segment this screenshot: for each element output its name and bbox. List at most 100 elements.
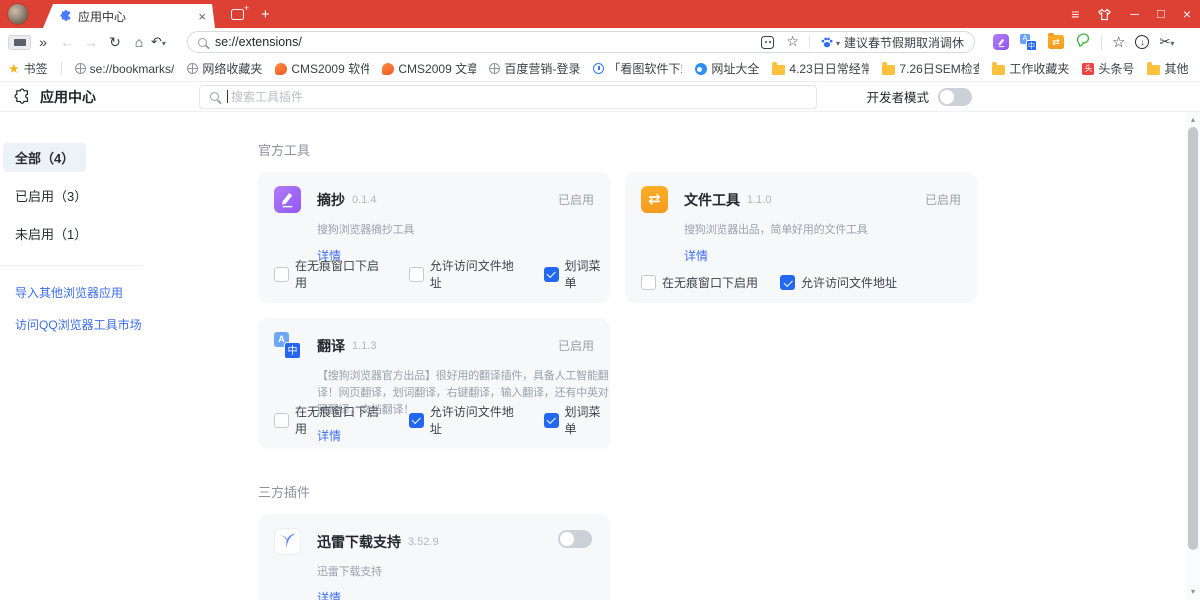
excerpt-app-icon	[274, 186, 301, 213]
import-browser-apps-link[interactable]: 导入其他浏览器应用	[15, 284, 123, 301]
bookmark-folder[interactable]: 工作收藏夹	[992, 60, 1069, 77]
chevron-down-icon[interactable]	[834, 33, 844, 51]
extension-card-translate: A中 翻译 1.1.3 已启用 【搜狗浏览器官方出品】很好用的翻译插件，具备人工…	[258, 318, 610, 449]
tab-title: 应用中心	[78, 8, 198, 25]
main-menu-icon[interactable]	[1071, 0, 1079, 29]
bookmark-folder[interactable]: 其他	[1147, 60, 1188, 77]
scroll-up-arrow[interactable]	[1186, 113, 1200, 127]
address-bar[interactable]: se://extensions/ 建议春节假期取消调休	[187, 31, 975, 53]
filter-disabled[interactable]: 未启用（1）	[3, 219, 99, 248]
thunder-app-icon	[274, 528, 301, 555]
section-third-party: 三方插件	[258, 482, 1200, 501]
details-link[interactable]: 详情	[317, 589, 341, 600]
search-placeholder: 搜索工具插件	[231, 88, 303, 105]
option-file-access[interactable]: 允许访问文件地址	[780, 274, 897, 291]
folder-icon	[1147, 65, 1160, 75]
status-badge: 已启用	[925, 191, 961, 208]
toutiao-icon: 头	[1082, 63, 1094, 75]
tab-close-icon[interactable]: ×	[198, 10, 206, 23]
extension-version: 3.52.9	[408, 536, 439, 548]
bookmark-folder[interactable]: 4.23日日常经常规	[772, 60, 869, 77]
tab-app-center[interactable]: 应用中心 ×	[43, 4, 215, 28]
scissors-icon	[1159, 33, 1170, 51]
checkbox[interactable]	[409, 413, 424, 428]
bookmark-item[interactable]: 书签	[8, 60, 48, 78]
content-area: 全部（4） 已启用（3） 未启用（1） 导入其他浏览器应用 访问QQ浏览器工具市…	[0, 112, 1200, 600]
back-button[interactable]	[55, 36, 79, 49]
bookmark-folder[interactable]: 7.26日SEM检查工	[882, 60, 979, 77]
expand-toolbar-icon[interactable]	[31, 35, 55, 49]
boss-key-button[interactable]	[8, 35, 31, 50]
bookmark-item[interactable]: 网址大全	[695, 60, 759, 77]
bookmark-item[interactable]: CMS2009 文章管	[382, 60, 476, 77]
checkbox[interactable]	[274, 413, 289, 428]
reader-mode-icon[interactable]	[761, 36, 774, 49]
option-word-menu[interactable]: 划词菜单	[544, 403, 611, 437]
bookmark-page-star-icon[interactable]	[786, 33, 799, 51]
bookmark-item[interactable]: 「看图软件下载排	[593, 60, 682, 77]
sidebar: 全部（4） 已启用（3） 未启用（1） 导入其他浏览器应用 访问QQ浏览器工具市…	[0, 112, 230, 600]
option-file-access[interactable]: 允许访问文件地址	[409, 257, 522, 291]
extension-description: 搜狗浏览器出品，简单好用的文件工具	[684, 222, 984, 239]
reload-button[interactable]	[103, 35, 127, 49]
translate-extension-icon[interactable]: A中	[1020, 34, 1037, 51]
address-input[interactable]: se://extensions/	[215, 35, 302, 49]
checkbox[interactable]	[544, 267, 559, 282]
file-tools-extension-icon[interactable]	[1048, 35, 1064, 49]
favorites-star-icon[interactable]	[1112, 33, 1125, 52]
qq-browser-market-link[interactable]: 访问QQ浏览器工具市场	[15, 316, 142, 333]
section-official-tools: 官方工具	[258, 140, 1200, 159]
bookmark-item[interactable]: 百度营销-登录	[489, 60, 580, 77]
search-input[interactable]: 搜索工具插件	[199, 85, 817, 109]
green-extension-icon[interactable]	[1075, 32, 1091, 53]
maximize-button[interactable]	[1157, 0, 1165, 28]
option-incognito[interactable]: 在无痕窗口下启用	[274, 257, 387, 291]
extension-enable-toggle[interactable]	[558, 530, 592, 548]
home-button[interactable]	[127, 35, 151, 49]
option-incognito[interactable]: 在无痕窗口下启用	[641, 274, 758, 291]
globe-icon	[187, 63, 198, 74]
new-tab-button[interactable]: +	[261, 7, 270, 22]
hot-search-paw-icon[interactable]	[820, 35, 834, 49]
checkbox[interactable]	[274, 267, 289, 282]
details-link[interactable]: 详情	[684, 247, 708, 264]
bookmarks-bar: 书签 se://bookmarks/ 网络收藏夹 CMS2009 软件管 CMS…	[0, 56, 1200, 82]
scrollbar-thumb[interactable]	[1188, 127, 1198, 550]
third-party-cards: 迅雷下载支持 3.52.9 迅雷下载支持 详情	[258, 514, 1200, 600]
extensions-puzzle-favicon	[60, 10, 72, 22]
checkbox[interactable]	[409, 267, 424, 282]
hot-search-suggestion[interactable]: 建议春节假期取消调休	[844, 34, 964, 51]
restore-tabs-icon[interactable]	[231, 9, 244, 20]
close-window-button[interactable]	[1183, 0, 1191, 29]
screenshot-tool-button[interactable]	[1159, 33, 1174, 51]
scrollbar[interactable]	[1186, 112, 1200, 600]
theme-skin-icon[interactable]	[1097, 7, 1112, 22]
user-avatar[interactable]	[7, 3, 29, 25]
bookmark-item[interactable]: 网络收藏夹	[187, 60, 262, 77]
checkbox[interactable]	[780, 275, 795, 290]
extension-version: 1.1.3	[352, 340, 376, 352]
excerpt-extension-icon[interactable]	[993, 34, 1009, 50]
developer-mode-toggle[interactable]	[938, 88, 972, 106]
extension-card-thunder: 迅雷下载支持 3.52.9 迅雷下载支持 详情	[258, 514, 610, 600]
scroll-down-arrow[interactable]	[1186, 585, 1200, 599]
downloads-icon[interactable]	[1135, 35, 1149, 49]
search-icon	[198, 38, 207, 47]
restore-closed-page-button[interactable]	[151, 33, 181, 51]
clock-icon	[593, 63, 604, 74]
option-incognito[interactable]: 在无痕窗口下启用	[274, 403, 387, 437]
minimize-button[interactable]	[1130, 0, 1139, 28]
checkbox[interactable]	[544, 413, 559, 428]
bookmark-item[interactable]: CMS2009 软件管	[275, 60, 369, 77]
forward-button[interactable]	[79, 36, 103, 49]
bookmark-item[interactable]: 头 头条号	[1082, 60, 1134, 77]
bookmark-item[interactable]: se://bookmarks/	[75, 62, 175, 76]
filter-all[interactable]: 全部（4）	[3, 143, 86, 172]
text-cursor	[227, 90, 228, 103]
option-word-menu[interactable]: 划词菜单	[544, 257, 611, 291]
option-file-access[interactable]: 允许访问文件地址	[409, 403, 522, 437]
checkbox[interactable]	[641, 275, 656, 290]
filter-enabled[interactable]: 已启用（3）	[3, 181, 99, 210]
app-center-header: 应用中心 搜索工具插件 开发者模式	[0, 82, 1200, 112]
file-tools-app-icon	[641, 186, 668, 213]
